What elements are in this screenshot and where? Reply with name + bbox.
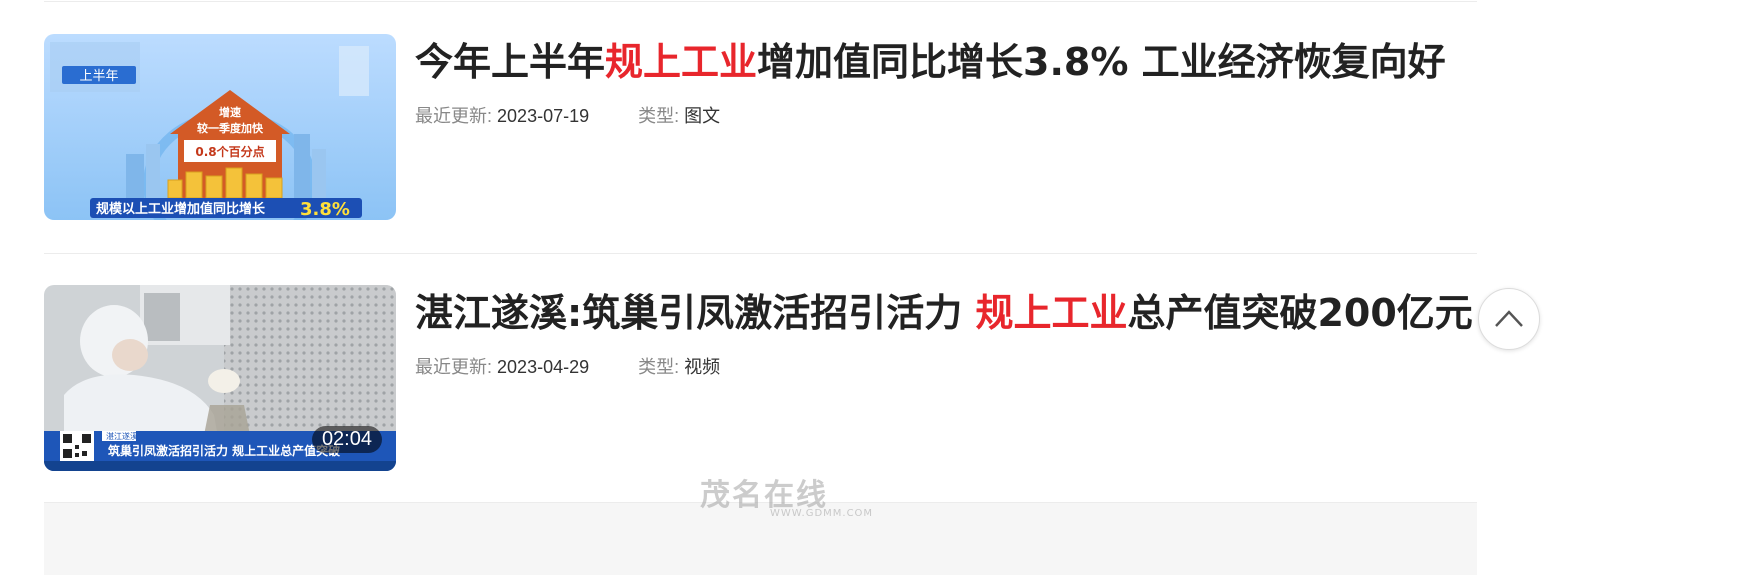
article-thumbnail[interactable]: 上半年 增速 较一季度加快 0.8个百分点 规模以上工业增加值同比增长 3.8%: [44, 34, 396, 220]
article-meta: 最近更新: 2023-04-29 类型: 视频: [415, 353, 720, 379]
updated-value: 2023-04-29: [497, 357, 590, 377]
top-divider: [44, 1, 1477, 2]
type-label: 类型:: [638, 106, 680, 126]
updated-value: 2023-07-19: [497, 106, 590, 126]
video-duration: 02:04: [311, 426, 382, 453]
type-label: 类型:: [638, 357, 680, 377]
updated-label: 最近更新:: [415, 357, 493, 377]
title-highlight: 规上工业: [975, 291, 1128, 335]
news-tag: 湛江遂溪: [106, 431, 138, 441]
article-meta: 最近更新: 2023-07-19 类型: 图文: [415, 102, 720, 128]
house-line-3: 0.8个百分点: [195, 144, 264, 159]
type-value: 视频: [684, 357, 721, 377]
caption-text: 规模以上工业增加值同比增长: [96, 201, 266, 217]
item-divider: [44, 253, 1477, 254]
title-text: 总产值突破200亿元: [1127, 291, 1473, 335]
type-value: 图文: [684, 106, 721, 126]
watermark-url: WWW.GDMM.COM: [770, 508, 874, 519]
article-item[interactable]: 上半年 增速 较一季度加快 0.8个百分点 规模以上工业增加值同比增长 3.8%…: [44, 34, 1477, 224]
article-item[interactable]: 湛江遂溪 筑巢引凤激活招引活力 规上工业总产值突破 02:04 湛江遂溪:筑巢引…: [44, 285, 1477, 475]
infographic-image: 上半年 增速 较一季度加快 0.8个百分点 规模以上工业增加值同比增长 3.8%: [44, 34, 396, 220]
back-to-top-button[interactable]: [1478, 288, 1540, 350]
title-highlight: 规上工业: [605, 40, 758, 84]
video-caption: 筑巢引凤激活招引活力 规上工业总产值突破: [108, 443, 340, 458]
article-title[interactable]: 湛江遂溪:筑巢引凤激活招引活力 规上工业总产值突破200亿元: [415, 287, 1473, 339]
updated-label: 最近更新:: [415, 106, 493, 126]
chevron-up-icon: [1495, 310, 1523, 327]
article-title[interactable]: 今年上半年规上工业增加值同比增长3.8% 工业经济恢复向好: [415, 36, 1446, 88]
caption-value: 3.8%: [300, 199, 350, 220]
house-line-1: 增速: [219, 105, 241, 119]
house-line-2: 较一季度加快: [197, 121, 264, 135]
video-thumbnail[interactable]: 湛江遂溪 筑巢引凤激活招引活力 规上工业总产值突破 02:04: [44, 285, 396, 471]
title-text: 增加值同比增长3.8% 工业经济恢复向好: [757, 40, 1446, 84]
title-text: 今年上半年: [415, 40, 606, 84]
title-text: 湛江遂溪:筑巢引凤激活招引活力: [415, 291, 976, 335]
thumb-tag: 上半年: [79, 69, 118, 84]
site-watermark: 茂名在线 WWW.GDMM.COM: [700, 470, 873, 519]
